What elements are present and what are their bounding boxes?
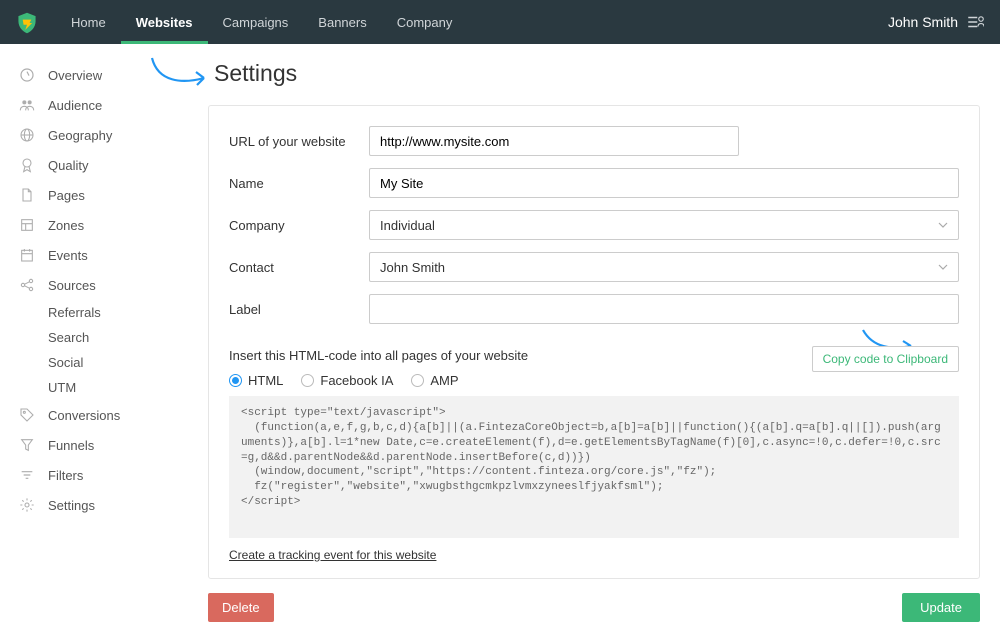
contact-label: Contact	[229, 260, 369, 275]
user-menu-icon	[966, 13, 984, 31]
create-tracking-event-link[interactable]: Create a tracking event for this website	[229, 548, 436, 562]
name-input[interactable]	[369, 168, 959, 198]
settings-panel: URL of your website Name Company Individ…	[208, 105, 980, 579]
chevron-down-icon	[938, 262, 948, 272]
sidebar-item-geography[interactable]: Geography	[0, 120, 200, 150]
user-menu[interactable]: John Smith	[888, 13, 984, 31]
sidebar-sub-referrals[interactable]: Referrals	[0, 300, 200, 325]
company-select[interactable]: Individual	[369, 210, 959, 240]
filter-icon	[18, 466, 36, 484]
sidebar-sub-social[interactable]: Social	[0, 350, 200, 375]
badge-icon	[18, 156, 36, 174]
radio-html[interactable]: HTML	[229, 373, 283, 388]
action-row: Delete Update	[208, 593, 980, 622]
nav-websites[interactable]: Websites	[121, 0, 208, 44]
globe-icon	[18, 126, 36, 144]
sidebar-item-events[interactable]: Events	[0, 240, 200, 270]
sidebar-item-funnels[interactable]: Funnels	[0, 430, 200, 460]
sidebar-item-pages[interactable]: Pages	[0, 180, 200, 210]
radio-facebook-ia[interactable]: Facebook IA	[301, 373, 393, 388]
calendar-icon	[18, 246, 36, 264]
sidebar-item-quality[interactable]: Quality	[0, 150, 200, 180]
main-content: Settings URL of your website Name Compan…	[200, 44, 1000, 642]
sidebar: Overview Audience Geography Quality Page…	[0, 44, 200, 642]
radio-icon	[301, 374, 314, 387]
code-snippet[interactable]: <script type="text/javascript"> (functio…	[229, 396, 959, 538]
delete-button[interactable]: Delete	[208, 593, 274, 622]
radio-icon	[229, 374, 242, 387]
company-label: Company	[229, 218, 369, 233]
url-label: URL of your website	[229, 134, 369, 149]
chevron-down-icon	[938, 220, 948, 230]
app-logo-icon	[16, 11, 38, 33]
contact-select[interactable]: John Smith	[369, 252, 959, 282]
gear-icon	[18, 496, 36, 514]
tag-icon	[18, 406, 36, 424]
page-icon	[18, 186, 36, 204]
gauge-icon	[18, 66, 36, 84]
people-icon	[18, 96, 36, 114]
sidebar-item-settings[interactable]: Settings	[0, 490, 200, 520]
label-input[interactable]	[369, 294, 959, 324]
sidebar-item-audience[interactable]: Audience	[0, 90, 200, 120]
share-icon	[18, 276, 36, 294]
copy-code-button[interactable]: Copy code to Clipboard	[812, 346, 959, 372]
sidebar-item-conversions[interactable]: Conversions	[0, 400, 200, 430]
layout-icon	[18, 216, 36, 234]
update-button[interactable]: Update	[902, 593, 980, 622]
nav-company[interactable]: Company	[382, 0, 468, 44]
page-title: Settings	[214, 60, 980, 87]
sidebar-item-zones[interactable]: Zones	[0, 210, 200, 240]
nav-campaigns[interactable]: Campaigns	[208, 0, 304, 44]
radio-icon	[411, 374, 424, 387]
label-label: Label	[229, 302, 369, 317]
sidebar-sub-utm[interactable]: UTM	[0, 375, 200, 400]
sidebar-item-sources[interactable]: Sources	[0, 270, 200, 300]
sidebar-sub-search[interactable]: Search	[0, 325, 200, 350]
top-navigation: Home Websites Campaigns Banners Company …	[0, 0, 1000, 44]
nav-banners[interactable]: Banners	[303, 0, 381, 44]
funnel-icon	[18, 436, 36, 454]
name-label: Name	[229, 176, 369, 191]
url-input[interactable]	[369, 126, 739, 156]
hint-arrow-icon	[148, 54, 214, 90]
sidebar-item-filters[interactable]: Filters	[0, 460, 200, 490]
nav-home[interactable]: Home	[56, 0, 121, 44]
radio-amp[interactable]: AMP	[411, 373, 458, 388]
code-section: Insert this HTML-code into all pages of …	[229, 348, 959, 562]
user-name: John Smith	[888, 14, 958, 30]
